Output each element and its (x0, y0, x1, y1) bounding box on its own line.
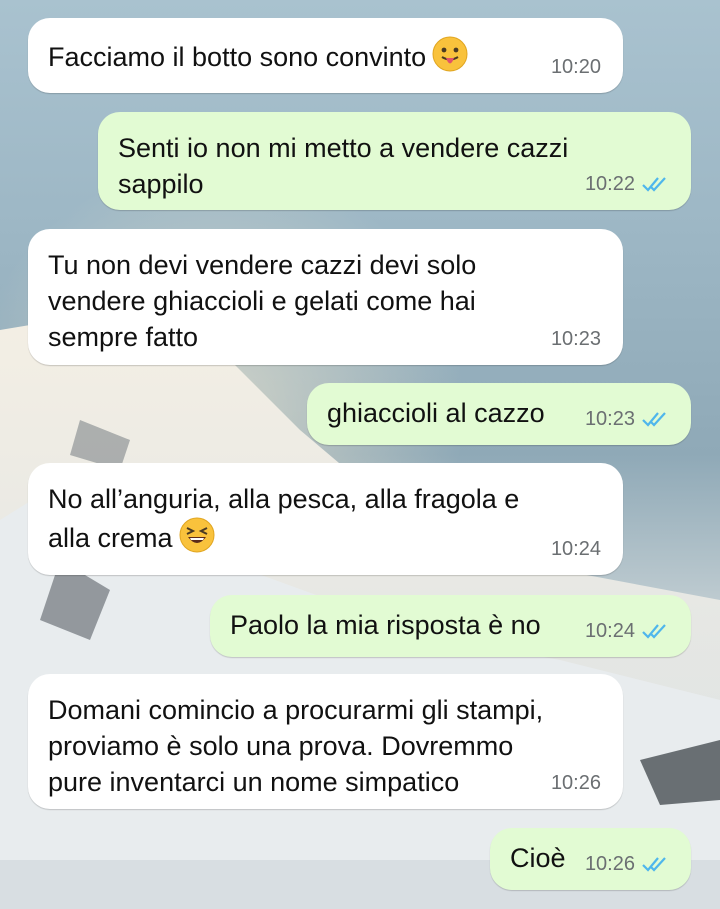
message-time: 10:23 (550, 328, 601, 350)
read-receipt-ticks-icon (642, 177, 666, 192)
incoming-message[interactable]: Facciamo il botto sono convinto 10:20 (28, 18, 623, 93)
laughing-emoji-icon (179, 517, 215, 553)
message-time: 10:23 (584, 408, 635, 430)
message-list[interactable]: Facciamo il botto sono convinto 10:20 Se… (0, 0, 720, 909)
message-text: Domani comincio a procurarmi gli stampi,… (48, 695, 544, 797)
incoming-message[interactable]: No all’anguria, alla pesca, alla fragola… (28, 463, 623, 575)
message-time: 10:24 (584, 620, 635, 642)
outgoing-message[interactable]: ghiaccioli al cazzo 10:23 (307, 383, 691, 445)
message-time: 10:26 (584, 853, 635, 875)
message-meta: 10:20 (551, 49, 601, 85)
read-receipt-ticks-icon (642, 412, 666, 427)
message-text: No all’anguria, alla pesca, alla fragola… (48, 484, 520, 553)
message-text: Facciamo il botto sono convinto (48, 42, 427, 72)
message-time: 10:22 (584, 173, 635, 195)
tongue-out-emoji-icon (432, 36, 468, 72)
message-meta: 10:24 (585, 613, 669, 649)
message-meta: 10:23 (585, 401, 669, 437)
message-text: Tu non devi vendere cazzi devi solo vend… (48, 250, 477, 352)
read-receipt-ticks-icon (642, 624, 666, 639)
outgoing-message[interactable]: Senti io non mi metto a vendere cazzi sa… (98, 112, 691, 210)
incoming-message[interactable]: Domani comincio a procurarmi gli stampi,… (28, 674, 623, 809)
message-meta: 10:24 (551, 531, 601, 567)
message-time: 10:26 (550, 772, 601, 794)
incoming-message[interactable]: Tu non devi vendere cazzi devi solo vend… (28, 229, 623, 365)
outgoing-message[interactable]: Paolo la mia risposta è no 10:24 (210, 595, 691, 657)
message-meta: 10:26 (585, 846, 669, 882)
message-meta: 10:22 (585, 166, 669, 202)
message-meta: 10:26 (551, 765, 601, 801)
read-receipt-ticks-icon (642, 857, 666, 872)
outgoing-message[interactable]: Cioè 10:26 (490, 828, 691, 890)
message-meta: 10:23 (551, 321, 601, 357)
message-time: 10:20 (550, 56, 601, 78)
message-time: 10:24 (550, 538, 601, 560)
